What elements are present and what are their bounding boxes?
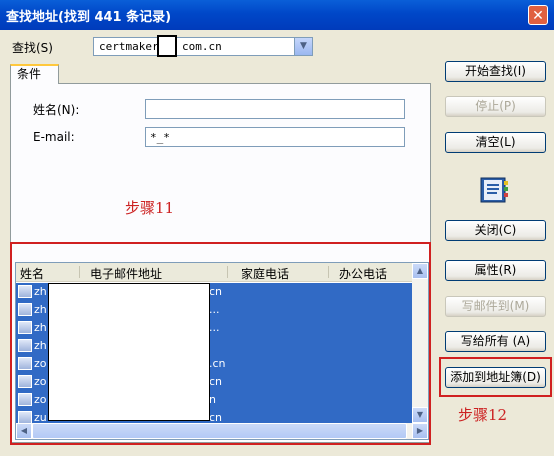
- search-value-suffix: com.cn: [182, 40, 222, 53]
- contact-icon: [18, 375, 32, 388]
- contact-icon: [18, 285, 32, 298]
- horizontal-scrollbar[interactable]: ◀ ▶: [16, 423, 428, 439]
- redaction-box: [48, 283, 210, 421]
- redaction-box: [157, 35, 177, 57]
- tab-criteria[interactable]: 条件: [10, 64, 59, 84]
- col-name[interactable]: 姓名: [20, 265, 44, 282]
- scroll-thumb[interactable]: [32, 423, 407, 439]
- step11-annotation: 步骤11: [125, 199, 175, 217]
- name-label: 姓名(N):: [33, 103, 80, 117]
- col-home-phone[interactable]: 家庭电话: [241, 265, 289, 282]
- properties-button[interactable]: 属性(R): [445, 260, 546, 281]
- write-all-button[interactable]: 写给所有 (A): [445, 331, 546, 352]
- close-button[interactable]: 关闭(C): [445, 220, 546, 241]
- search-value-prefix: certmaker.: [99, 40, 166, 53]
- scroll-right-icon[interactable]: ▶: [412, 423, 428, 439]
- clear-button[interactable]: 清空(L): [445, 132, 546, 153]
- contact-icon: [18, 393, 32, 406]
- name-input[interactable]: [145, 99, 405, 119]
- address-book-icon: [480, 177, 508, 203]
- contact-icon: [18, 321, 32, 334]
- window-title: 查找地址(找到 441 条记录): [6, 10, 172, 25]
- search-combobox[interactable]: certmaker. com.cn ▼: [93, 35, 313, 57]
- email-input[interactable]: [145, 127, 405, 147]
- close-window-button[interactable]: ✕: [528, 5, 548, 25]
- add-to-address-book-button[interactable]: 添加到地址簿(D): [445, 367, 546, 388]
- list-header: 姓名 电子邮件地址 家庭电话 办公电话: [16, 263, 414, 282]
- stop-button[interactable]: 停止(P): [445, 96, 546, 117]
- start-search-button[interactable]: 开始查找(I): [445, 61, 546, 82]
- contact-icon: [18, 357, 32, 370]
- step12-annotation: 步骤12: [458, 406, 508, 424]
- chevron-down-icon[interactable]: ▼: [294, 38, 312, 55]
- scroll-up-icon[interactable]: ▲: [412, 263, 428, 279]
- col-email[interactable]: 电子邮件地址: [90, 265, 162, 282]
- title-bar: 查找地址(找到 441 条记录) ✕: [0, 0, 554, 30]
- vertical-scrollbar[interactable]: ▲ ▼: [412, 263, 428, 423]
- results-list[interactable]: 姓名 电子邮件地址 家庭电话 办公电话 zh cn zh... zh... zh …: [15, 262, 429, 440]
- scroll-down-icon[interactable]: ▼: [412, 407, 428, 423]
- write-mail-button[interactable]: 写邮件到(M): [445, 296, 546, 317]
- contact-icon: [18, 303, 32, 316]
- email-label: E-mail:: [33, 130, 75, 144]
- contact-icon: [18, 339, 32, 352]
- search-label: 查找(S): [12, 41, 53, 55]
- scroll-left-icon[interactable]: ◀: [16, 423, 32, 439]
- col-office-phone[interactable]: 办公电话: [339, 265, 387, 282]
